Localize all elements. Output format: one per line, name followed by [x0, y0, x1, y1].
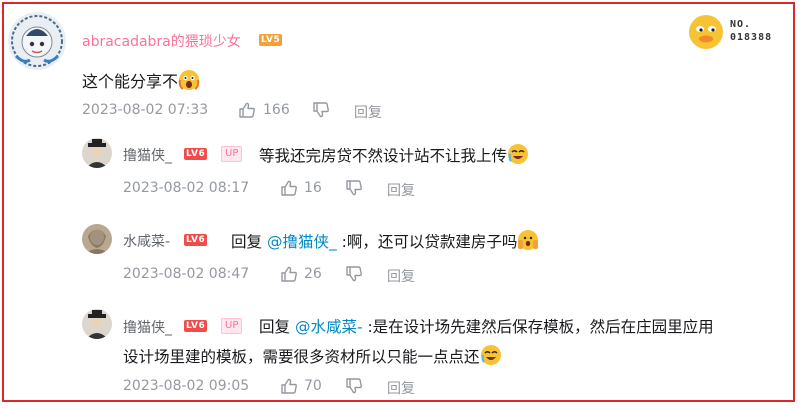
- reply-2-like-count: 26: [304, 266, 322, 282]
- reply-2-text-body: :啊，还可以贷款建房子吗: [336, 233, 518, 251]
- reply-3-level-badge: LV6: [184, 320, 208, 332]
- reply-2-time: 2023-08-02 08:47: [123, 266, 250, 282]
- thumbs-up-icon[interactable]: [238, 101, 256, 119]
- reply-1-like-count: 16: [304, 180, 322, 196]
- thumbs-up-icon[interactable]: [280, 377, 298, 395]
- reply-1-level-badge: LV6: [184, 148, 208, 160]
- reply-3-avatar[interactable]: [82, 309, 112, 339]
- main-comment-username[interactable]: abracadabra的猥琐少女: [82, 31, 241, 51]
- decoration-number: NO. 018388: [730, 18, 772, 44]
- main-comment-time: 2023-08-02 07:33: [82, 102, 209, 118]
- thumbs-down-icon[interactable]: [345, 377, 363, 395]
- reply-3-like-count: 70: [304, 378, 322, 394]
- reply-2-text: 回复 @撸猫侠_ :啊，还可以贷款建房子吗: [231, 229, 539, 252]
- reply-3-text-body-line2: 设计场里建的模板，需要很多资材所以只能一点点还: [123, 348, 480, 366]
- screenshot-frame: [2, 2, 795, 402]
- reply-3-username[interactable]: 撸猫侠_: [123, 317, 172, 337]
- reply-3-prefix: 回复: [259, 318, 295, 336]
- shocked-hands-emoji-icon: [518, 230, 539, 250]
- reply-1-text-body: 等我还完房贷不然设计站不让我上传: [259, 147, 508, 165]
- crying-laugh-emoji-icon: [508, 144, 529, 164]
- reply-1-text: 等我还完房贷不然设计站不让我上传: [259, 143, 529, 166]
- reply-3-mention-link[interactable]: @水咸菜-: [295, 318, 363, 336]
- thumbs-up-icon[interactable]: [280, 265, 298, 283]
- reply-1-avatar[interactable]: [82, 138, 112, 168]
- reply-2-username[interactable]: 水咸菜-: [123, 231, 170, 251]
- reply-2-mention-link[interactable]: @撸猫侠_: [267, 233, 337, 251]
- reply-1-reply-button[interactable]: 回复: [387, 180, 415, 200]
- main-comment-like-count: 166: [263, 102, 290, 118]
- main-comment-avatar[interactable]: [8, 12, 66, 70]
- crying-laugh-emoji-icon: [480, 345, 501, 365]
- main-comment-text-body: 这个能分享不: [82, 72, 179, 91]
- reply-1-username[interactable]: 撸猫侠_: [123, 145, 172, 165]
- reply-2-prefix: 回复: [231, 233, 267, 251]
- reply-3-text-body: :是在设计场先建然后保存模板，然后在庄园里应用: [362, 318, 714, 336]
- duck-emoji-icon: [689, 15, 723, 49]
- decoration-number-value: 018388: [730, 32, 773, 43]
- main-comment-level-badge: LV5: [259, 34, 283, 46]
- main-comment-reply-button[interactable]: 回复: [354, 102, 382, 122]
- main-comment-text: 这个能分享不: [82, 68, 200, 92]
- reply-3-reply-button[interactable]: 回复: [387, 378, 415, 398]
- thumbs-down-icon[interactable]: [312, 101, 330, 119]
- reply-1-up-badge: UP: [221, 146, 243, 162]
- reply-1-time: 2023-08-02 08:17: [123, 180, 250, 196]
- reply-3-text-line1: 回复 @水咸菜- :是在设计场先建然后保存模板，然后在庄园里应用: [259, 315, 714, 337]
- scream-emoji-icon: [178, 70, 200, 90]
- reply-2-reply-button[interactable]: 回复: [387, 266, 415, 286]
- decoration-number-label: NO.: [730, 19, 752, 30]
- reply-3-time: 2023-08-02 09:05: [123, 378, 250, 394]
- reply-3-up-badge: UP: [221, 318, 243, 334]
- thumbs-up-icon[interactable]: [280, 179, 298, 197]
- thumbs-down-icon[interactable]: [345, 179, 363, 197]
- reply-2-level-badge: LV6: [184, 234, 208, 246]
- reply-3-text-line2: 设计场里建的模板，需要很多资材所以只能一点点还: [123, 344, 502, 367]
- thumbs-down-icon[interactable]: [345, 265, 363, 283]
- reply-2-avatar[interactable]: [82, 224, 112, 254]
